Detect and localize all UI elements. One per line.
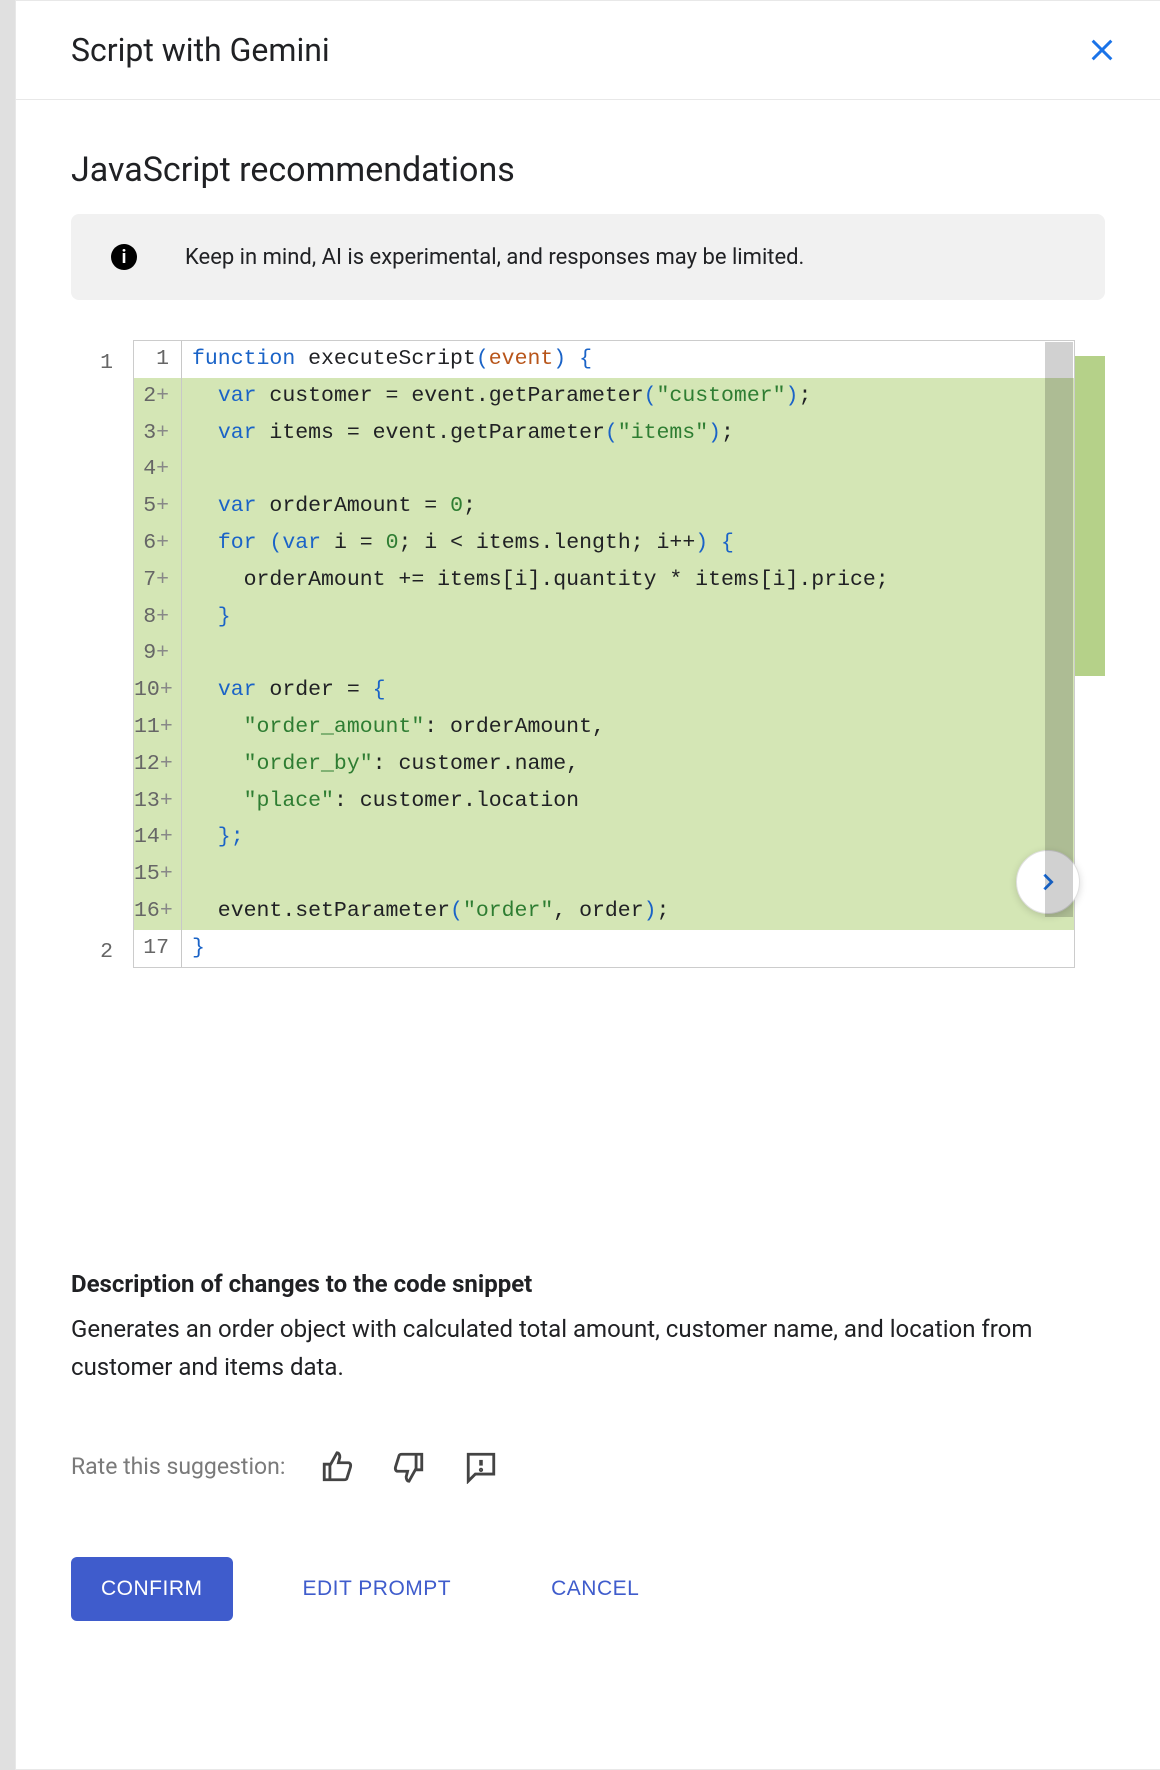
inner-line-number: 6+ (134, 525, 182, 562)
cancel-button[interactable]: CANCEL (521, 1557, 669, 1621)
code-line: 8+ } (134, 599, 1074, 636)
code-block[interactable]: 1function executeScript(event) {2+ var c… (133, 340, 1075, 968)
feedback-button[interactable] (461, 1447, 501, 1487)
panel-body: JavaScript recommendations i Keep in min… (16, 100, 1160, 1769)
inner-line-number: 16+ (134, 893, 182, 930)
code-line: 17} (134, 930, 1074, 967)
code-line: 12+ "order_by": customer.name, (134, 746, 1074, 783)
inner-line-number: 7+ (134, 562, 182, 599)
inner-line-number: 5+ (134, 488, 182, 525)
inner-line-number: 8+ (134, 599, 182, 636)
code-text: "order_by": customer.name, (182, 746, 579, 783)
code-line: 2+ var customer = event.getParameter("cu… (134, 378, 1074, 415)
inner-line-number: 4+ (134, 451, 182, 488)
inner-line-number: 13+ (134, 783, 182, 820)
code-line: 10+ var order = { (134, 672, 1074, 709)
code-text: var customer = event.getParameter("custo… (182, 378, 811, 415)
code-text: var order = { (182, 672, 386, 709)
thumbs-up-button[interactable] (317, 1447, 357, 1487)
code-line: 6+ for (var i = 0; i < items.length; i++… (134, 525, 1074, 562)
code-line: 4+ (134, 451, 1074, 488)
code-line: 14+ }; (134, 819, 1074, 856)
code-text: var items = event.getParameter("items"); (182, 415, 734, 452)
code-text (182, 635, 192, 672)
code-text: function executeScript(event) { (182, 341, 592, 378)
gemini-script-panel: Script with Gemini JavaScript recommenda… (15, 0, 1160, 1770)
inner-line-number: 14+ (134, 819, 182, 856)
code-text: orderAmount += items[i].quantity * items… (182, 562, 889, 599)
code-line: 7+ orderAmount += items[i].quantity * it… (134, 562, 1074, 599)
thumbs-up-icon (320, 1450, 354, 1484)
code-line: 3+ var items = event.getParameter("items… (134, 415, 1074, 452)
inner-line-number: 11+ (134, 709, 182, 746)
panel-title: Script with Gemini (71, 31, 330, 69)
thumbs-down-button[interactable] (389, 1447, 429, 1487)
description-heading: Description of changes to the code snipp… (71, 1270, 1105, 1298)
code-text: "order_amount": orderAmount, (182, 709, 605, 746)
code-diff-area: 1 2 1function executeScript(event) {2+ v… (71, 340, 1105, 1240)
inner-line-number: 17 (134, 930, 182, 967)
inner-line-number: 9+ (134, 635, 182, 672)
inner-line-number: 12+ (134, 746, 182, 783)
inner-line-number: 10+ (134, 672, 182, 709)
code-text: } (182, 599, 231, 636)
rating-row: Rate this suggestion: (71, 1447, 1105, 1487)
code-minimap[interactable] (1075, 340, 1105, 1240)
description-text: Generates an order object with calculate… (71, 1310, 1105, 1387)
panel-header: Script with Gemini (16, 1, 1160, 100)
inner-line-number: 15+ (134, 856, 182, 893)
outer-gutter: 1 2 (71, 340, 133, 1240)
notice-text: Keep in mind, AI is experimental, and re… (185, 245, 804, 270)
code-text (182, 451, 192, 488)
section-heading: JavaScript recommendations (71, 150, 1105, 190)
code-line: 16+ event.setParameter("order", order); (134, 893, 1074, 930)
code-text: var orderAmount = 0; (182, 488, 476, 525)
inner-line-number: 2+ (134, 378, 182, 415)
side-strip (0, 0, 15, 1770)
confirm-button[interactable]: CONFIRM (71, 1557, 233, 1621)
close-button[interactable] (1084, 32, 1120, 68)
inner-line-number: 3+ (134, 415, 182, 452)
code-text: "place": customer.location (182, 783, 579, 820)
code-text: }; (182, 819, 244, 856)
outer-line-number: 2 (71, 934, 133, 971)
actions-row: CONFIRM EDIT PROMPT CANCEL (71, 1557, 1105, 1621)
scrollbar-overlay[interactable] (1045, 342, 1073, 917)
code-line: 11+ "order_amount": orderAmount, (134, 709, 1074, 746)
code-text: } (182, 930, 205, 967)
info-icon: i (111, 244, 137, 270)
edit-prompt-button[interactable]: EDIT PROMPT (273, 1557, 482, 1621)
code-line: 13+ "place": customer.location (134, 783, 1074, 820)
code-text: for (var i = 0; i < items.length; i++) { (182, 525, 734, 562)
notice-box: i Keep in mind, AI is experimental, and … (71, 214, 1105, 300)
code-line: 9+ (134, 635, 1074, 672)
minimap-added-region (1075, 356, 1105, 676)
code-inner: 1function executeScript(event) {2+ var c… (133, 340, 1075, 1240)
code-text: event.setParameter("order", order); (182, 893, 669, 930)
code-line: 15+ (134, 856, 1074, 893)
close-icon (1088, 36, 1116, 64)
code-line: 5+ var orderAmount = 0; (134, 488, 1074, 525)
thumbs-down-icon (392, 1450, 426, 1484)
inner-line-number: 1 (134, 341, 182, 378)
feedback-icon (464, 1450, 498, 1484)
outer-line-number: 1 (71, 345, 133, 382)
rating-label: Rate this suggestion: (71, 1453, 285, 1480)
code-text (182, 856, 192, 893)
code-line: 1function executeScript(event) { (134, 341, 1074, 378)
